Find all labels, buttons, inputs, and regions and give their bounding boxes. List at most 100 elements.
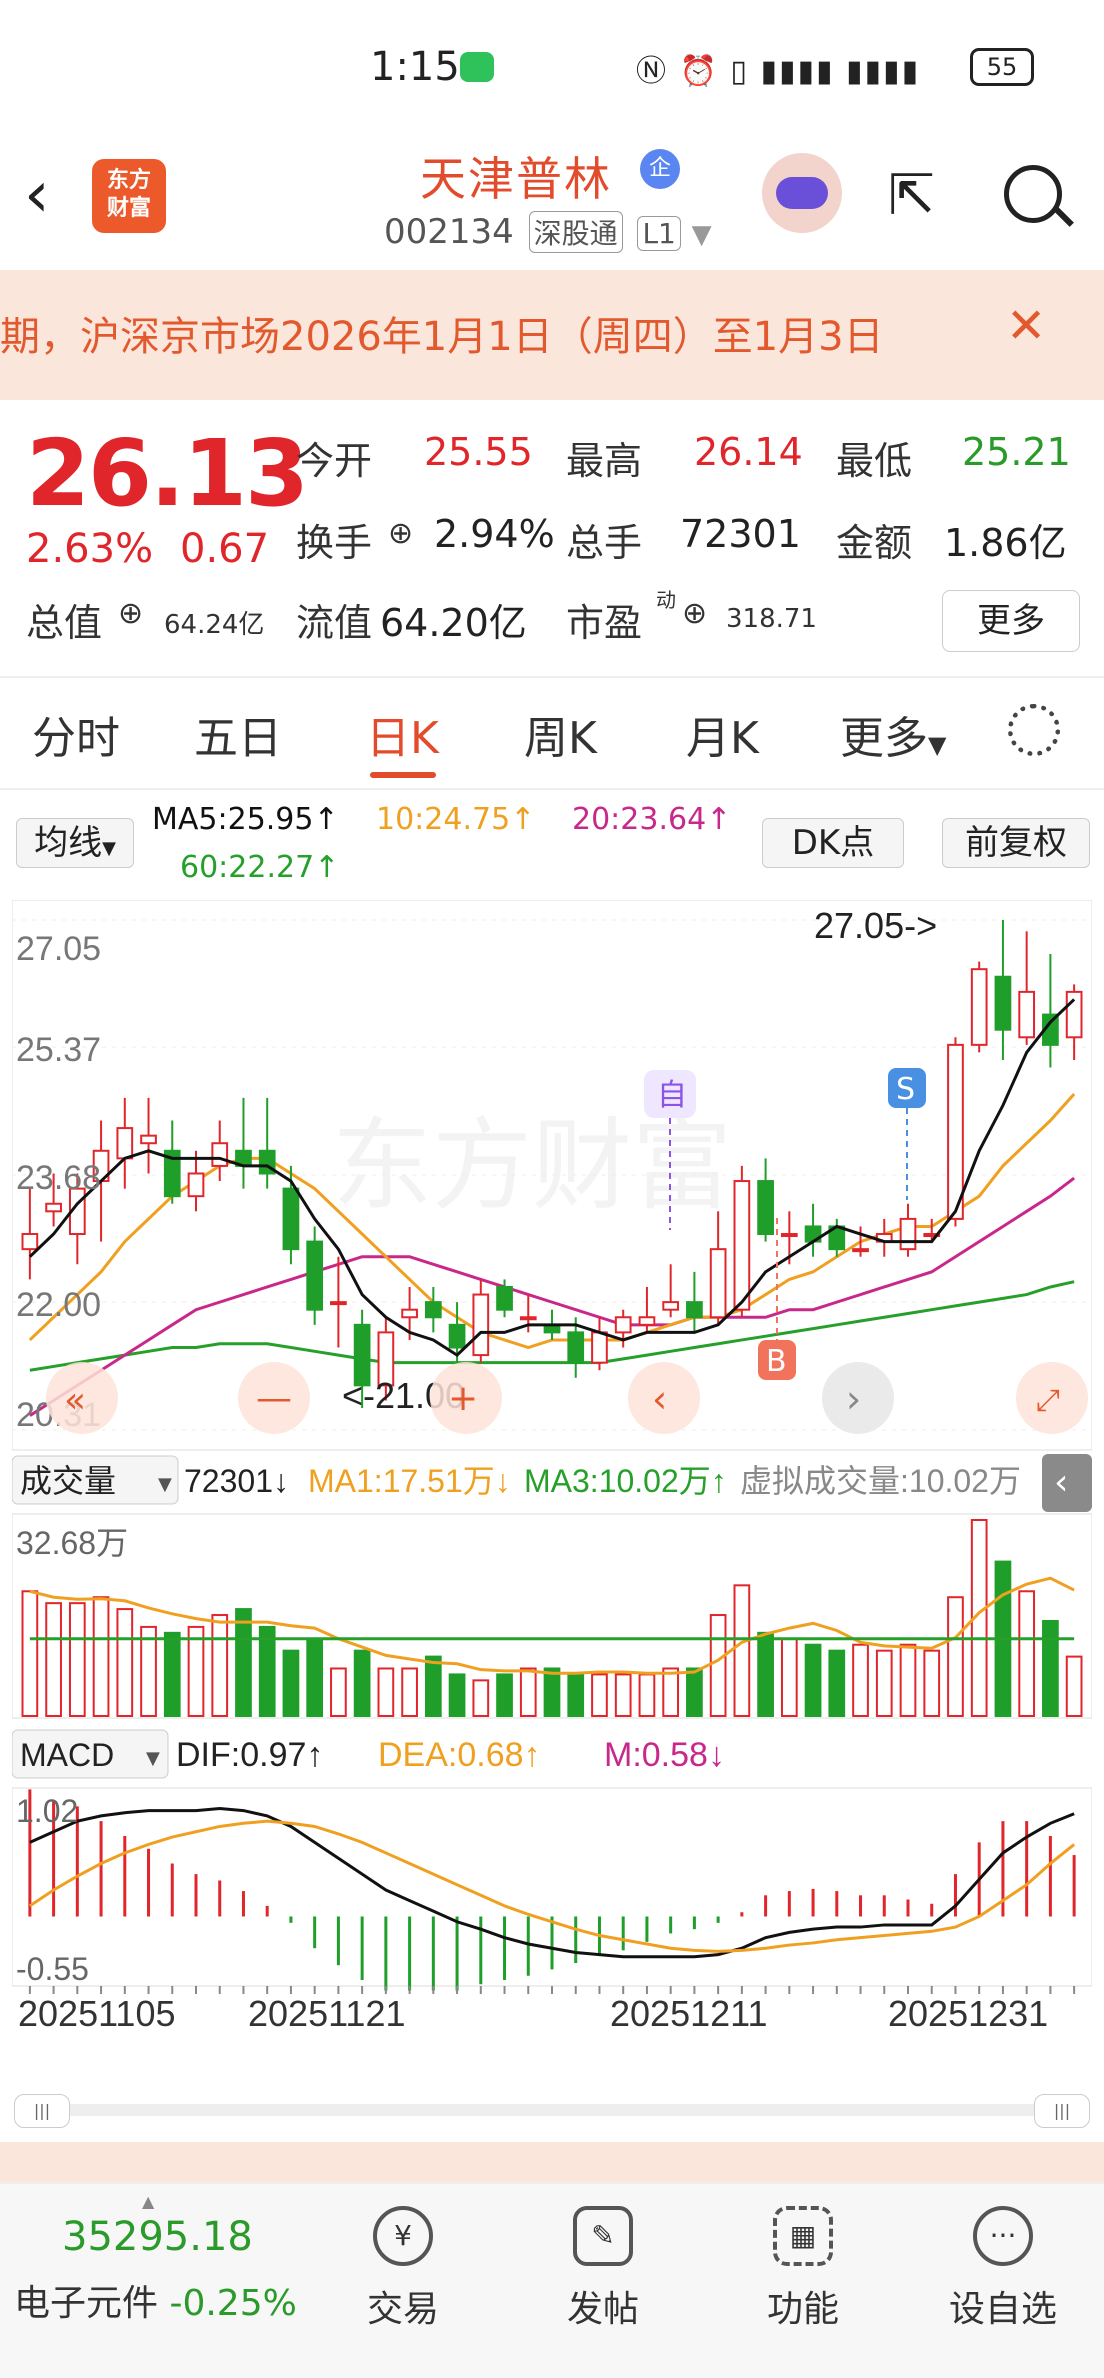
volume-bar [780, 1637, 798, 1718]
adjust-button[interactable]: 前复权 [942, 818, 1090, 868]
watermark: 东方财富 [332, 1110, 732, 1222]
tab-daily-k[interactable]: 日K [366, 702, 439, 766]
mktcap-label: 总值 [26, 601, 103, 645]
volume-bar [543, 1667, 561, 1718]
grid-icon: ▦ [773, 2206, 833, 2266]
tab-more-label: 更多 [840, 713, 928, 764]
stock-code-row[interactable]: 002134 深股通 L1 ▼ [384, 211, 712, 253]
dk-point-button[interactable]: DK点 [762, 818, 904, 868]
x-label: 20251231 [888, 1993, 1048, 2030]
edit-icon: ✎ [573, 2206, 633, 2266]
volume-bar [472, 1679, 490, 1718]
tab-5day[interactable]: 五日 [194, 702, 282, 766]
macd-m: M:0.58↓ [604, 1736, 725, 1774]
tab-more[interactable]: 更多▼ [840, 702, 946, 766]
volume-bar [804, 1643, 822, 1718]
volume-bar [68, 1602, 86, 1717]
search-icon[interactable] [1004, 165, 1062, 223]
ma10-value: 10:24.75↑ [376, 802, 536, 837]
pe-dynamic-sup: 动 [656, 588, 676, 612]
candle-body [187, 1172, 205, 1198]
chevron-left-icon: ‹ [1054, 1462, 1068, 1503]
stock-code: 002134 [384, 212, 514, 252]
assistant-robot-icon[interactable] [762, 153, 842, 233]
candle-body [591, 1331, 608, 1364]
status-time: 1:15 [370, 44, 460, 90]
volume-bar [116, 1608, 134, 1717]
volume-bar [899, 1643, 917, 1718]
candle-body [424, 1301, 442, 1319]
candle-body [1065, 990, 1083, 1039]
volume-bar [709, 1614, 727, 1717]
level-tag: L1 [637, 216, 681, 251]
tab-weekly-k[interactable]: 周K [524, 702, 597, 766]
turnover-label: 换手 [296, 521, 373, 565]
nav-functions[interactable]: ▦ 功能 [738, 2206, 868, 2332]
signal-icons: Ⓝ ⏰ ▯ ▮▮▮▮ ▮▮▮▮ [636, 54, 921, 89]
turnover-value: 2.94% [434, 512, 555, 556]
volume-value: 72301 [680, 512, 801, 556]
macd-selector-label: MACD [20, 1737, 114, 1773]
chevron-right-icon: › [846, 1377, 861, 1421]
chart-scrollbar[interactable] [14, 2104, 1090, 2116]
stock-chart[interactable]: 东方财富 27.0525.3723.6822.0020.31 27.05-> <… [12, 900, 1092, 2030]
volume-bar [45, 1602, 62, 1717]
candle-body [330, 1301, 347, 1306]
amount-label: 金额 [836, 521, 913, 565]
info-circle-icon[interactable]: ⊕ [118, 596, 143, 631]
y-tick-label: 25.37 [16, 1031, 101, 1069]
tab-monthly-k[interactable]: 月K [686, 702, 759, 766]
nav-add-watchlist-label: 设自选 [948, 2289, 1057, 2330]
sector-label: 电子元件 [14, 2283, 159, 2324]
scroll-handle-right[interactable]: ||| [1034, 2094, 1090, 2128]
sector-name[interactable]: 电子元件 -0.25% [14, 2274, 297, 2326]
y-tick-label: 23.68 [16, 1159, 101, 1197]
float-label: 流值 [296, 601, 373, 645]
active-tab-indicator [370, 772, 436, 778]
tab-fenshi[interactable]: 分时 [32, 702, 120, 766]
volume-bar [353, 1649, 371, 1718]
self-marker-label: 自 [657, 1078, 687, 1113]
nav-trade[interactable]: ¥ 交易 [338, 2206, 468, 2332]
open-label: 今开 [296, 439, 373, 483]
candle-body [686, 1301, 703, 1319]
logo-line2: 财富 [106, 196, 151, 221]
candle-body [45, 1202, 62, 1213]
volume-bar [923, 1649, 941, 1718]
close-icon[interactable]: ✕ [1006, 298, 1046, 354]
minus-icon: — [256, 1378, 292, 1419]
stock-name: 天津普林 [420, 152, 612, 206]
volume-bar [448, 1673, 466, 1718]
scroll-handle-left[interactable]: ||| [14, 2094, 70, 2128]
pe-value: 318.71 [726, 604, 817, 634]
current-price: 26.13 [26, 420, 309, 527]
candle-body [709, 1248, 727, 1319]
gear-icon[interactable] [1008, 704, 1060, 756]
low-value: 25.21 [962, 430, 1071, 474]
volume-bar [686, 1667, 703, 1718]
notice-banner[interactable]: 期，沪深京市场2026年1月1日（周四）至1月3日 ✕ [0, 270, 1104, 400]
share-icon[interactable]: ⇱ [888, 163, 935, 228]
volume-bar [638, 1673, 656, 1718]
divider [0, 676, 1104, 678]
more-button[interactable]: 更多 [942, 590, 1080, 652]
nav-add-watchlist[interactable]: ··· 设自选 [938, 2206, 1068, 2332]
nav-post[interactable]: ✎ 发帖 [538, 2206, 668, 2332]
volume-bar [92, 1596, 110, 1717]
volume-bar [306, 1637, 324, 1718]
back-icon[interactable]: ‹ [24, 163, 50, 227]
volume-bar [947, 1596, 964, 1717]
bottom-banner-strip [0, 2142, 1104, 2182]
wechat-icon [460, 52, 494, 82]
x-label: 20251105 [18, 1993, 176, 2030]
x-label: 20251211 [610, 1993, 768, 2030]
macd-dea: DEA:0.68↑ [378, 1736, 541, 1774]
info-circle-icon[interactable]: ⊕ [388, 516, 413, 551]
candle-body [638, 1316, 656, 1326]
candle-body [211, 1142, 229, 1167]
candle-body [947, 1043, 964, 1220]
max-price-label: 27.05-> [814, 905, 937, 946]
info-circle-icon[interactable]: ⊕ [682, 596, 707, 631]
ma-selector[interactable]: 均线▼ [16, 818, 134, 868]
ma5-value: MA5:25.95↑ [152, 802, 339, 837]
